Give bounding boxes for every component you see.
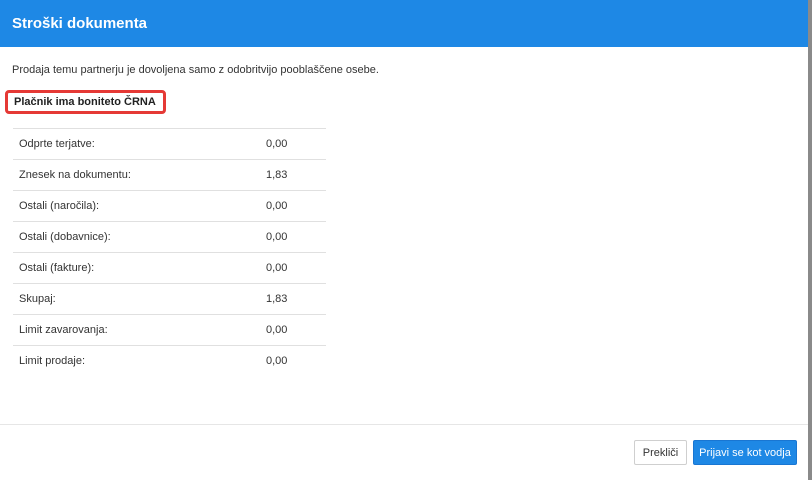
credit-rating-alert: Plačnik ima boniteto ČRNA <box>5 90 166 114</box>
row-label-other-orders: Ostali (naročila): <box>19 200 100 212</box>
permission-message: Prodaja temu partnerju je dovoljena samo… <box>12 64 379 76</box>
row-label-total: Skupaj: <box>19 293 56 305</box>
table-row: Limit zavarovanja: 0,00 <box>13 315 326 346</box>
table-row: Ostali (naročila): 0,00 <box>13 191 326 222</box>
table-row: Limit prodaje: 0,00 <box>13 346 326 377</box>
row-label-other-delivery-notes: Ostali (dobavnice): <box>19 231 111 243</box>
row-label-sales-limit: Limit prodaje: <box>19 355 86 368</box>
row-value-document-amount: 1,83 <box>266 169 288 181</box>
dialog-title: Stroški dokumenta <box>12 15 148 32</box>
row-value-sales-limit: 0,00 <box>266 355 288 368</box>
table-row: Ostali (fakture): 0,00 <box>13 253 326 284</box>
row-value-other-invoices: 0,00 <box>266 262 288 274</box>
footer-divider <box>0 424 808 425</box>
row-value-other-delivery-notes: 0,00 <box>266 231 288 243</box>
costs-dialog: Stroški dokumenta Prodaja temu partnerju… <box>0 0 812 480</box>
row-label-open-receivables: Odprte terjatve: <box>19 138 95 150</box>
table-row: Ostali (dobavnice): 0,00 <box>13 222 326 253</box>
row-label-insurance-limit: Limit zavarovanja: <box>19 324 108 336</box>
table-row: Skupaj: 1,83 <box>13 284 326 315</box>
row-value-open-receivables: 0,00 <box>266 138 288 150</box>
credit-rating-alert-text: Plačnik ima boniteto ČRNA <box>14 96 156 108</box>
dialog-header: Stroški dokumenta <box>0 0 808 47</box>
table-row: Znesek na dokumentu: 1,83 <box>13 160 326 191</box>
row-value-other-orders: 0,00 <box>266 200 288 212</box>
window-edge <box>808 0 812 480</box>
table-row: Odprte terjatve: 0,00 <box>13 128 326 160</box>
login-as-manager-button[interactable]: Prijavi se kot vodja <box>693 440 797 465</box>
row-label-document-amount: Znesek na dokumentu: <box>19 169 131 181</box>
cost-summary-table: Odprte terjatve: 0,00 Znesek na dokument… <box>13 128 326 377</box>
row-value-insurance-limit: 0,00 <box>266 324 288 336</box>
row-value-total: 1,83 <box>266 293 288 305</box>
cancel-button[interactable]: Prekliči <box>634 440 687 465</box>
row-label-other-invoices: Ostali (fakture): <box>19 262 95 274</box>
